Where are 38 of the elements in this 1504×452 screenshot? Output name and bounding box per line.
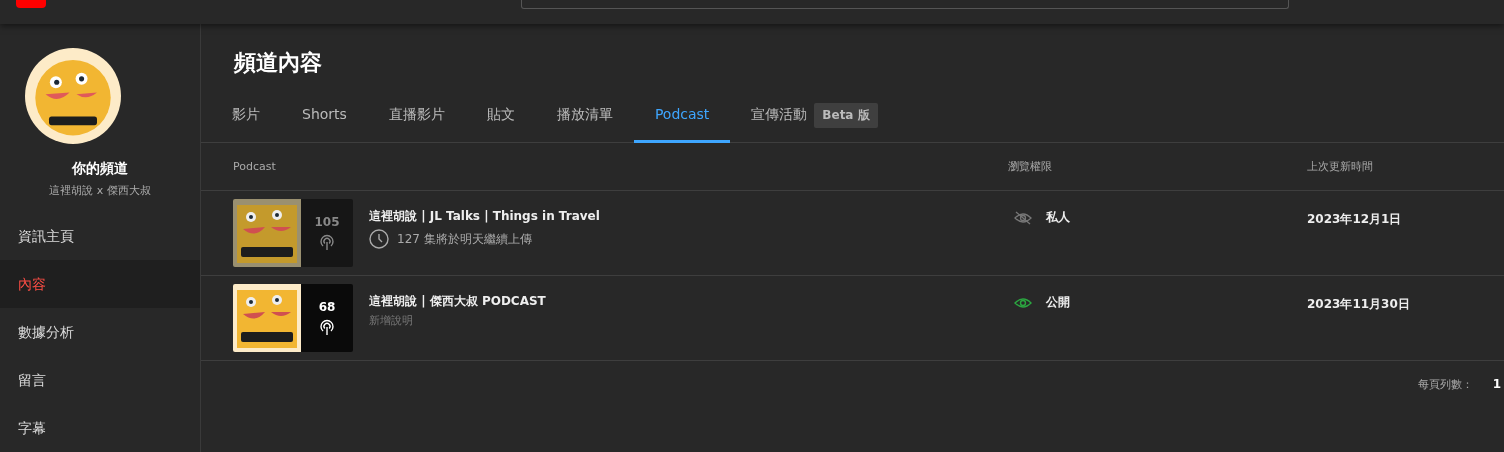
podcast-icon [318, 233, 336, 251]
podcast-title[interactable]: 這裡胡說 | 傑西大叔 PODCAST [369, 293, 546, 310]
page-title: 頻道內容 [233, 49, 323, 77]
tab[interactable]: Podcast [633, 87, 731, 143]
channel-handle: 這裡胡說 x 傑西大叔 [48, 183, 152, 198]
episode-count: 105 [314, 215, 340, 229]
sidebar-item[interactable]: 字幕 [0, 404, 200, 452]
hidden-eye-icon[interactable] [1014, 210, 1032, 225]
sidebar-item[interactable]: 資訊主頁 [0, 212, 200, 260]
sidebar-item[interactable]: 內容 [0, 260, 200, 308]
sidebar-item[interactable]: 留言 [0, 356, 200, 404]
podcast-description: 127 集將於明天繼續上傳 [397, 230, 532, 248]
tab[interactable]: 直播影片 [367, 87, 466, 143]
column-header: 上次更新時間 [1306, 159, 1374, 174]
tab[interactable]: 播放清單 [535, 87, 634, 143]
search-field[interactable] [521, 0, 1289, 9]
visibility-status: 私人 [1046, 209, 1070, 226]
visibility-status: 公開 [1046, 294, 1070, 311]
clock-icon [369, 229, 389, 249]
podcast-icon [318, 318, 336, 336]
podcast-title[interactable]: 這裡胡說 | JL Talks | Things in Travel [369, 208, 600, 225]
eye-icon[interactable] [1014, 296, 1032, 309]
beta-badge: Beta 版 [814, 102, 878, 128]
tab[interactable]: 影片 [211, 87, 281, 143]
tab[interactable]: 貼文 [465, 87, 536, 143]
rows-per-page-select[interactable]: 1 [1492, 377, 1501, 391]
tab[interactable]: Shorts [281, 87, 368, 143]
podcast-thumbnail[interactable] [233, 284, 301, 352]
updated-date: 2023年12月1日 [1307, 212, 1402, 226]
episode-count: 68 [318, 300, 336, 314]
podcast-thumbnail[interactable] [233, 199, 301, 267]
sidebar-item[interactable]: 數據分析 [0, 308, 200, 356]
channel-name: 你的頻道 [71, 160, 129, 178]
column-header: Podcast [232, 160, 277, 173]
column-header: 瀏覽權限 [1007, 159, 1053, 174]
updated-date: 2023年11月30日 [1307, 297, 1410, 311]
rows-per-page-label: 每頁列數： [1417, 376, 1473, 392]
logo-icon[interactable] [16, 0, 46, 8]
